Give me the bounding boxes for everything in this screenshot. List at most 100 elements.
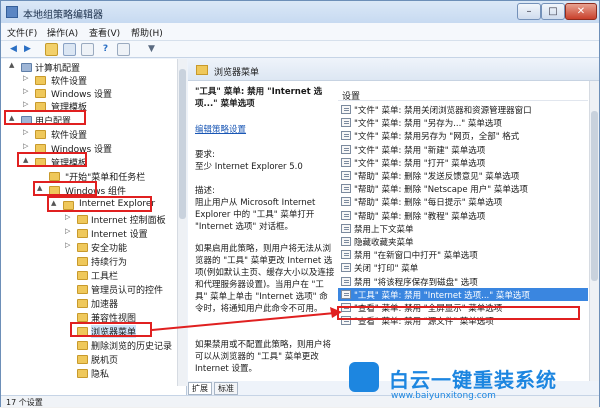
policy-setting-icon — [341, 237, 351, 246]
tree-label: 计算机配置 — [35, 64, 81, 74]
setting-row[interactable]: "文件" 菜单: 禁用 "另存为..." 菜单选项 — [338, 116, 588, 129]
setting-label: 关闭 "打印" 菜单 — [354, 264, 419, 275]
folder-icon — [77, 369, 88, 378]
minimize-button[interactable]: – — [517, 3, 541, 20]
tree-item[interactable]: 持续行为 — [1, 255, 186, 268]
tree-label: 隐私 — [91, 370, 110, 380]
expand-icon[interactable]: ▷ — [23, 142, 31, 150]
tree-label: Internet 控制面板 — [91, 216, 166, 226]
expand-icon[interactable]: ▷ — [23, 74, 31, 82]
scrollbar-thumb[interactable] — [591, 111, 598, 281]
tree-item[interactable]: ▷ 软件设置 — [1, 74, 186, 87]
setting-row[interactable]: 禁用 "将该程序保存到磁盘" 选项 — [338, 275, 588, 288]
policy-setting-icon — [341, 144, 351, 154]
setting-row[interactable]: "帮助" 菜单: 删除 "发送反馈意见" 菜单选项 — [338, 169, 588, 182]
menu-help[interactable]: 帮助(H) — [131, 26, 163, 39]
export-list-icon[interactable] — [81, 43, 94, 56]
scrollbar-thumb[interactable] — [179, 69, 186, 219]
expand-icon[interactable]: ▷ — [65, 227, 73, 235]
tree-item[interactable]: ▷ Windows 设置 — [1, 87, 186, 100]
folder-icon — [35, 130, 46, 139]
edit-policy-link[interactable]: 编辑策略设置 — [195, 124, 335, 136]
annotation-arrow — [151, 307, 342, 331]
policy-setting-icon — [341, 131, 351, 141]
setting-row[interactable]: 隐藏收藏夹菜单 — [338, 235, 588, 248]
expand-icon[interactable]: ▷ — [23, 100, 31, 108]
expand-icon[interactable]: ▷ — [23, 128, 31, 136]
menu-file[interactable]: 文件(F) — [7, 26, 37, 39]
tree-label: 工具栏 — [91, 272, 119, 282]
settings-scrollbar[interactable] — [589, 81, 599, 381]
back-icon[interactable]: ◀ — [7, 43, 20, 56]
bird-logo-icon — [349, 362, 379, 392]
watermark: 白云一键重装系统 www.baiyunxitong.com — [345, 358, 600, 406]
tree-item[interactable]: ▷ 软件设置 — [1, 128, 186, 141]
collapse-icon[interactable]: ▲ — [9, 61, 17, 69]
requirement-value: 至少 Internet Explorer 5.0 — [195, 162, 303, 172]
close-button[interactable]: ✕ — [565, 3, 597, 20]
tree-item[interactable]: ▷ 安全功能 — [1, 241, 186, 254]
description-paragraph-3: 如果禁用或不配置此策略，则用户将可以从浏览器的 "工具" 菜单更改 Intern… — [195, 340, 332, 374]
setting-row[interactable]: 禁用 "在新窗口中打开" 菜单选项 — [338, 248, 588, 261]
setting-row[interactable]: "文件" 菜单: 禁用 "新建" 菜单选项 — [338, 143, 588, 156]
tab-extended[interactable]: 扩展 — [188, 382, 212, 395]
policy-setting-icon — [341, 210, 351, 220]
tree-item[interactable]: 脱机页 — [1, 353, 186, 366]
maximize-button[interactable]: □ — [541, 3, 565, 20]
policy-setting-icon — [341, 184, 351, 194]
tree-item[interactable]: ▷ Internet 控制面板 — [1, 213, 186, 226]
right-pane-title: 浏览器菜单 — [214, 68, 260, 78]
tree-item[interactable]: 管理员认可的控件 — [1, 283, 186, 296]
folder-icon — [49, 172, 60, 181]
folder-icon — [35, 89, 46, 98]
description-paragraph-1: 阻止用户从 Microsoft Internet Explorer 中的 "工具… — [195, 198, 316, 232]
expand-icon[interactable]: ▷ — [23, 87, 31, 95]
policy-setting-icon — [341, 157, 351, 167]
setting-row[interactable]: "文件" 菜单: 禁用关闭浏览器和资源管理器窗口 — [338, 103, 588, 116]
folder-icon — [77, 229, 88, 238]
setting-label: "文件" 菜单: 禁用另存为 "网页，全部" 格式 — [354, 132, 520, 143]
setting-row[interactable]: "文件" 菜单: 禁用另存为 "网页，全部" 格式 — [338, 129, 588, 142]
setting-label: "帮助" 菜单: 删除 "Netscape 用户" 菜单选项 — [354, 185, 528, 196]
edit-policy-link-text[interactable]: 编辑策略设置 — [195, 125, 246, 135]
watermark-url: www.baiyunxitong.com — [391, 391, 496, 401]
tree-item-computer-config[interactable]: ▲ 计算机配置 — [1, 61, 186, 74]
setting-label: "帮助" 菜单: 删除 "教程" 菜单选项 — [354, 211, 486, 222]
setting-label: "文件" 菜单: 禁用 "另存为..." 菜单选项 — [354, 119, 502, 130]
setting-row[interactable]: "文件" 菜单: 禁用 "打开" 菜单选项 — [338, 156, 588, 169]
setting-row[interactable]: 禁用上下文菜单 — [338, 222, 588, 235]
expand-icon[interactable]: ▷ — [65, 241, 73, 249]
folder-icon — [77, 243, 88, 252]
forward-icon[interactable]: ▶ — [21, 43, 34, 56]
tree-item[interactable]: 隐私 — [1, 367, 186, 380]
expand-icon[interactable]: ▷ — [65, 213, 73, 221]
setting-label: "工具" 菜单: 禁用 "Internet 选项..." 菜单选项 — [354, 290, 530, 301]
menu-action[interactable]: 操作(A) — [47, 26, 78, 39]
setting-row[interactable]: "帮助" 菜单: 删除 "Netscape 用户" 菜单选项 — [338, 182, 588, 195]
computer-icon — [21, 63, 32, 72]
help-icon[interactable]: ? — [99, 43, 112, 56]
setting-row[interactable]: "帮助" 菜单: 删除 "每日提示" 菜单选项 — [338, 195, 588, 208]
setting-label: 隐藏收藏夹菜单 — [354, 238, 414, 248]
tree-item[interactable]: 删除浏览的历史记录 — [1, 339, 186, 352]
tree-item[interactable]: ▷ Internet 设置 — [1, 227, 186, 240]
menu-view[interactable]: 查看(V) — [89, 26, 120, 39]
filter-icon[interactable]: ▼ — [145, 43, 158, 56]
show-tree-icon[interactable] — [63, 43, 76, 56]
status-text: 17 个设置 — [6, 398, 43, 407]
policy-setting-icon — [341, 263, 351, 273]
up-folder-icon[interactable] — [45, 43, 58, 56]
setting-row-selected[interactable]: "工具" 菜单: 禁用 "Internet 选项..." 菜单选项 — [338, 287, 588, 301]
highlight-browser-menu — [70, 322, 152, 337]
properties-icon[interactable] — [117, 43, 130, 56]
tree-label: 持续行为 — [91, 258, 128, 268]
settings-column-header[interactable]: 设置 — [338, 87, 588, 102]
tree-item[interactable]: 工具栏 — [1, 269, 186, 282]
policy-setting-icon — [341, 171, 351, 180]
setting-row[interactable]: 关闭 "打印" 菜单 — [338, 261, 588, 274]
folder-icon — [77, 215, 88, 224]
setting-row[interactable]: "帮助" 菜单: 删除 "教程" 菜单选项 — [338, 209, 588, 222]
tab-standard[interactable]: 标准 — [214, 382, 238, 395]
setting-label: "帮助" 菜单: 删除 "每日提示" 菜单选项 — [354, 198, 503, 209]
policy-setting-icon — [341, 223, 351, 233]
